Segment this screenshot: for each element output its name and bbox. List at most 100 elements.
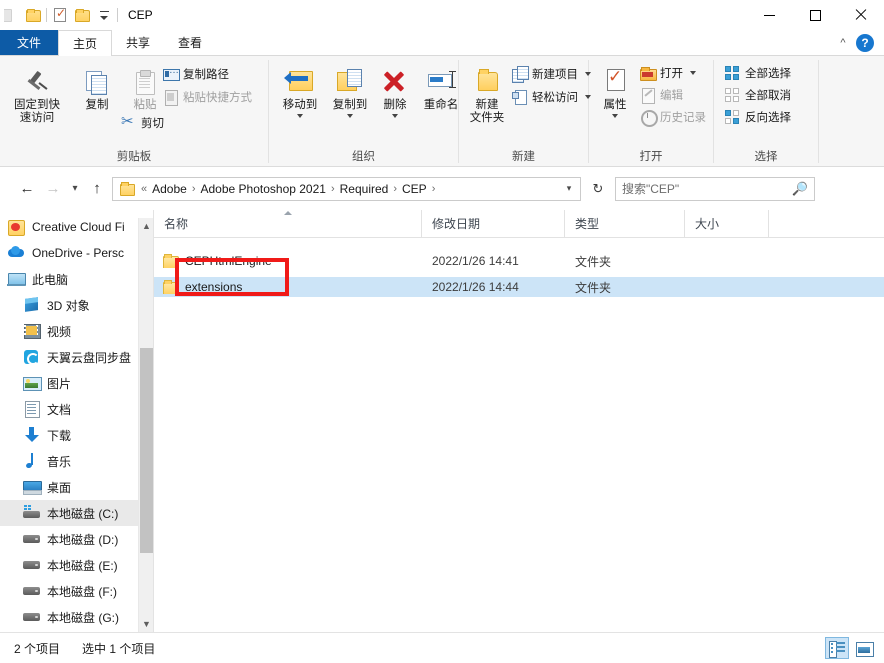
- sidebar-item-drive-f[interactable]: 本地磁盘 (F:): [0, 578, 153, 604]
- column-header-name[interactable]: 名称: [154, 209, 422, 238]
- chevron-up-icon[interactable]: ^: [834, 34, 852, 52]
- address-dropdown-button[interactable]: ▾: [560, 183, 578, 194]
- close-button[interactable]: [838, 0, 884, 30]
- window-system-icon[interactable]: [4, 6, 20, 24]
- edit-button[interactable]: 编辑: [637, 84, 686, 105]
- invert-selection-label: 反向选择: [745, 111, 791, 124]
- column-header-label: 类型: [575, 217, 600, 231]
- table-row[interactable]: extensions 2022/1/26 14:44 文件夹: [154, 277, 884, 297]
- sidebar-item-this-pc[interactable]: 此电脑: [0, 266, 153, 292]
- qat-customize-button[interactable]: [93, 4, 115, 26]
- column-header-label: 修改日期: [432, 217, 481, 231]
- copy-button[interactable]: 复制: [70, 62, 124, 112]
- new-folder-icon: [473, 62, 501, 96]
- scroll-up-arrow-icon[interactable]: ▲: [139, 218, 153, 234]
- open-button[interactable]: 打开: [637, 62, 699, 83]
- properties-button[interactable]: 属性: [595, 62, 635, 118]
- refresh-button[interactable]: ↻: [585, 177, 611, 201]
- select-none-button[interactable]: 全部取消: [722, 84, 794, 105]
- scrollbar-thumb[interactable]: [140, 348, 153, 553]
- sidebar-item-label: 本地磁盘 (D:): [47, 532, 119, 547]
- navigation-scrollbar[interactable]: ▲ ▼: [138, 218, 153, 632]
- invert-selection-button[interactable]: 反向选择: [722, 106, 794, 127]
- breadcrumb-item-3[interactable]: CEP: [399, 180, 430, 198]
- breadcrumb-overflow[interactable]: «: [139, 183, 149, 195]
- tab-file[interactable]: 文件: [0, 30, 59, 55]
- sidebar-item-videos[interactable]: 视频: [0, 318, 153, 344]
- breadcrumb-item-2[interactable]: Required: [337, 180, 392, 198]
- forward-button[interactable]: →: [40, 176, 66, 202]
- breadcrumb-item-0[interactable]: Adobe: [149, 180, 190, 198]
- chevron-down-icon: [690, 70, 696, 75]
- details-view-button[interactable]: [825, 637, 849, 659]
- sidebar-item-desktop[interactable]: 桌面: [0, 474, 153, 500]
- paste-shortcut-button[interactable]: 粘贴快捷方式: [160, 86, 255, 107]
- breadcrumb-chevron-2[interactable]: ›: [391, 183, 399, 195]
- pin-to-quick-access-button[interactable]: 固定到快 速访问: [8, 62, 66, 125]
- file-type-cell: 文件夹: [575, 254, 612, 269]
- table-row[interactable]: CEPHtmlEngine 2022/1/26 14:41 文件夹: [154, 251, 884, 271]
- scroll-down-arrow-icon[interactable]: ▼: [139, 616, 153, 632]
- easy-access-label: 轻松访问: [532, 91, 578, 104]
- qat-new-folder-button[interactable]: [71, 4, 93, 26]
- sidebar-item-3d-objects[interactable]: 3D 对象: [0, 292, 153, 318]
- tab-view[interactable]: 查看: [164, 30, 216, 55]
- sidebar-item-drive-c[interactable]: 本地磁盘 (C:): [0, 500, 153, 526]
- breadcrumb-bar[interactable]: « Adobe › Adobe Photoshop 2021 › Require…: [112, 176, 581, 201]
- scissors-icon: [121, 112, 137, 131]
- search-input[interactable]: 搜索"CEP": [622, 180, 679, 197]
- minimize-button[interactable]: [746, 0, 792, 30]
- sidebar-item-drive-e[interactable]: 本地磁盘 (E:): [0, 552, 153, 578]
- breadcrumb-item-1[interactable]: Adobe Photoshop 2021: [198, 180, 329, 198]
- cut-button[interactable]: 剪切: [118, 112, 167, 133]
- sidebar-item-music[interactable]: 音乐: [0, 448, 153, 474]
- select-all-label: 全部选择: [745, 67, 791, 80]
- breadcrumb-chevron-3[interactable]: ›: [430, 183, 438, 195]
- sidebar-item-drive-d[interactable]: 本地磁盘 (D:): [0, 526, 153, 552]
- search-box[interactable]: 搜索"CEP" 🔍: [615, 176, 815, 201]
- item-count-label: 2 个项目: [14, 641, 61, 656]
- cloud-sync-icon: [23, 349, 41, 365]
- column-header-size[interactable]: 大小: [685, 209, 769, 238]
- sidebar-item-documents[interactable]: 文档: [0, 396, 153, 422]
- drive-icon: [23, 609, 41, 625]
- sidebar-item-label: 文档: [47, 402, 72, 417]
- drive-icon: [23, 557, 41, 573]
- file-list-pane: 名称 修改日期 类型 大小 CEPHtmlEngine 2022/1/26 14…: [154, 209, 884, 632]
- sidebar-item-drive-g[interactable]: 本地磁盘 (G:): [0, 604, 153, 630]
- delete-button[interactable]: 删除: [374, 62, 416, 118]
- new-folder-button[interactable]: 新建 文件夹: [465, 62, 509, 125]
- column-header-type[interactable]: 类型: [565, 209, 685, 238]
- qat-properties-button[interactable]: [49, 4, 71, 26]
- large-icons-view-button[interactable]: [852, 637, 876, 659]
- breadcrumb-chevron-1[interactable]: ›: [329, 183, 337, 195]
- refresh-icon: ↻: [592, 180, 604, 196]
- forward-arrow-icon: →: [45, 180, 61, 197]
- history-button[interactable]: 历史记录: [637, 106, 709, 127]
- copy-to-button[interactable]: 复制到: [323, 62, 377, 118]
- qat-properties-folder-icon[interactable]: [22, 4, 44, 26]
- maximize-button[interactable]: [792, 0, 838, 30]
- tab-share[interactable]: 共享: [112, 30, 164, 55]
- copy-path-button[interactable]: 复制路径: [160, 63, 232, 84]
- select-all-button[interactable]: 全部选择: [722, 62, 794, 83]
- column-header-modified[interactable]: 修改日期: [422, 209, 565, 238]
- sidebar-item-creative-cloud[interactable]: Creative Cloud Fi: [0, 214, 153, 240]
- help-button[interactable]: ?: [856, 34, 874, 52]
- tab-home[interactable]: 主页: [58, 30, 113, 56]
- new-item-button[interactable]: 新建项目: [509, 63, 594, 84]
- breadcrumb-chevron-0[interactable]: ›: [190, 183, 198, 195]
- select-all-icon: [725, 65, 741, 80]
- easy-access-button[interactable]: 轻松访问: [509, 86, 594, 107]
- sidebar-item-downloads[interactable]: 下载: [0, 422, 153, 448]
- recent-locations-button[interactable]: ▾: [66, 176, 84, 202]
- sidebar-item-onedrive[interactable]: OneDrive - Persc: [0, 240, 153, 266]
- qat-divider-2: [117, 8, 118, 22]
- pin-to-quick-access-label: 固定到快 速访问: [14, 99, 60, 124]
- sidebar-item-cloud-sync[interactable]: 天翼云盘同步盘: [0, 344, 153, 370]
- back-button[interactable]: ←: [14, 176, 40, 202]
- up-button[interactable]: ↑: [84, 176, 110, 202]
- back-arrow-icon: ←: [19, 180, 35, 197]
- move-to-button[interactable]: 移动到: [273, 62, 327, 118]
- sidebar-item-pictures[interactable]: 图片: [0, 370, 153, 396]
